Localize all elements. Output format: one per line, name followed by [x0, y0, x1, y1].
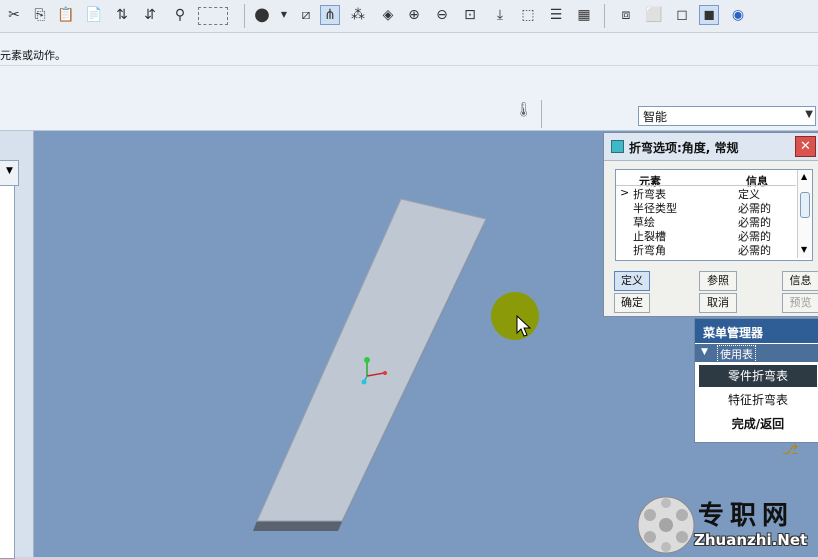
close-icon[interactable]: ✕ [795, 136, 816, 157]
chevron-down-icon[interactable]: ▼ [6, 166, 13, 176]
navigator-dropdown[interactable]: ▼ [0, 160, 19, 186]
table-row[interactable]: > 折弯表 定义 [616, 186, 796, 201]
dialog-title: 折弯选项:角度, 常规 [629, 141, 739, 155]
refit-icon[interactable]: ⊡ [460, 5, 480, 25]
select-box-icon[interactable] [198, 7, 228, 25]
ok-button[interactable]: 确定 [614, 293, 650, 313]
find-icon[interactable]: ⚲ [170, 5, 190, 25]
preview-button[interactable]: 预览 [782, 293, 818, 313]
row-info: 必需的 [738, 244, 771, 257]
feature-icon: ⎇ [782, 442, 799, 458]
datum-point-icon[interactable]: ⁂ [348, 5, 368, 25]
display-style-icon[interactable]: ● [252, 5, 272, 25]
table-row[interactable]: 草绘 必需的 [616, 214, 796, 229]
scissors-icon[interactable]: ✂ [4, 5, 24, 25]
toolbar-separator [244, 4, 245, 28]
zoom-out-icon[interactable]: ⊖ [432, 5, 452, 25]
datum-axis-icon[interactable]: ⋔ [320, 5, 340, 25]
model-tree-icon[interactable]: ◉ [728, 5, 748, 25]
chevron-down-icon[interactable]: ▼ [274, 5, 294, 25]
status-separator [541, 100, 542, 128]
model-tree-area[interactable] [0, 160, 15, 559]
table-row[interactable]: 半径类型 必需的 [616, 200, 796, 215]
references-button[interactable]: 参照 [699, 271, 737, 291]
paste-special-icon[interactable]: 📄 [84, 5, 104, 25]
csys-x-marker [383, 371, 387, 375]
csys-z-marker [361, 379, 367, 385]
list-scrollbar[interactable]: ▲ ▼ [797, 170, 812, 258]
annotation-icon[interactable]: ⬚ [518, 5, 538, 25]
submenu-label: 使用表 [717, 345, 756, 363]
zoom-in-icon[interactable]: ⊕ [404, 5, 424, 25]
cancel-button[interactable]: 取消 [699, 293, 737, 313]
main-toolbar: ✂ ⎘ 📋 📄 ⇅ ⇵ ⚲ ● ▼ ⧄ ⋔ ⁂ ◈ ⊕ ⊖ ⊡ ⤓ ⬚ ☰ ▦ … [0, 0, 818, 33]
menu-item-part-bend-table[interactable]: 零件折弯表 [699, 365, 817, 387]
watermark-url: Zhuanzhi.Net [694, 531, 808, 549]
regen-manager-icon[interactable]: ⇵ [140, 5, 160, 25]
regenerate-icon[interactable]: ⇅ [112, 5, 132, 25]
menu-manager-title: 菜单管理器 [695, 319, 818, 343]
scroll-thumb[interactable] [800, 192, 810, 218]
chevron-down-icon[interactable]: ▼ [801, 245, 807, 254]
spin-center-icon[interactable]: ◈ [378, 5, 398, 25]
row-element: 折弯角 [633, 244, 666, 257]
thermometer-icon: 🌡 [515, 102, 533, 118]
filter-value: 智能 [643, 110, 668, 124]
cursor-highlight [491, 292, 539, 340]
table-row[interactable]: 折弯角 必需的 [616, 242, 796, 257]
paste-icon[interactable]: 📋 [56, 5, 76, 25]
chevron-down-icon[interactable]: ▼ [805, 109, 813, 120]
dialog-app-icon [611, 140, 624, 153]
datum-plane-icon[interactable]: ⧄ [296, 5, 316, 25]
selection-filter-dropdown[interactable]: 智能 ▼ [638, 106, 816, 126]
menu-item-done-return[interactable]: 完成/返回 [699, 413, 817, 435]
table-row[interactable]: 止裂槽 必需的 [616, 228, 796, 243]
menu-item-feature-bend-table[interactable]: 特征折弯表 [699, 389, 817, 411]
element-list[interactable]: 元素 信息 > 折弯表 定义 半径类型 必需的 草绘 必需的 止裂槽 必需的 折… [615, 169, 813, 261]
define-button[interactable]: 定义 [614, 271, 650, 291]
watermark-chinese: 专职网 [698, 501, 795, 531]
bend-options-dialog: 折弯选项:角度, 常规 ✕ 元素 信息 > 折弯表 定义 半径类型 必需的 草绘… [603, 132, 818, 317]
dialog-titlebar: 折弯选项:角度, 常规 ✕ [604, 133, 818, 161]
submenu-header[interactable]: ▼ 使用表 [695, 344, 818, 363]
watermark: 专职网 Zhuanzhi.Net [636, 493, 818, 557]
csys-y-marker [364, 357, 370, 363]
row-marker: > [620, 186, 630, 199]
layers-icon[interactable]: ☰ [546, 5, 566, 25]
info-button[interactable]: 信息 [782, 271, 818, 291]
message-text: 元素或动作。 [0, 49, 66, 62]
copy-icon[interactable]: ⎘ [30, 5, 50, 25]
hidden-line-icon[interactable]: ⬜ [644, 5, 664, 25]
menu-manager: 菜单管理器 ▼ 使用表 零件折弯表 特征折弯表 完成/返回 [694, 318, 818, 443]
triangle-down-icon: ▼ [701, 347, 708, 357]
message-divider [0, 65, 818, 66]
no-hidden-icon[interactable]: ◻ [672, 5, 692, 25]
chevron-up-icon[interactable]: ▲ [801, 172, 807, 181]
reorient-icon[interactable]: ⤓ [490, 5, 510, 25]
plate-top-face [256, 198, 487, 522]
view-manager-icon[interactable]: ▦ [574, 5, 594, 25]
plate-front-edge [253, 521, 342, 531]
toolbar-separator [604, 4, 605, 28]
wireframe-icon[interactable]: ⧈ [616, 5, 636, 25]
watermark-ball-logo [637, 496, 695, 554]
shading-icon[interactable]: ◼ [699, 5, 719, 25]
menu-title-text: 菜单管理器 [703, 326, 764, 340]
